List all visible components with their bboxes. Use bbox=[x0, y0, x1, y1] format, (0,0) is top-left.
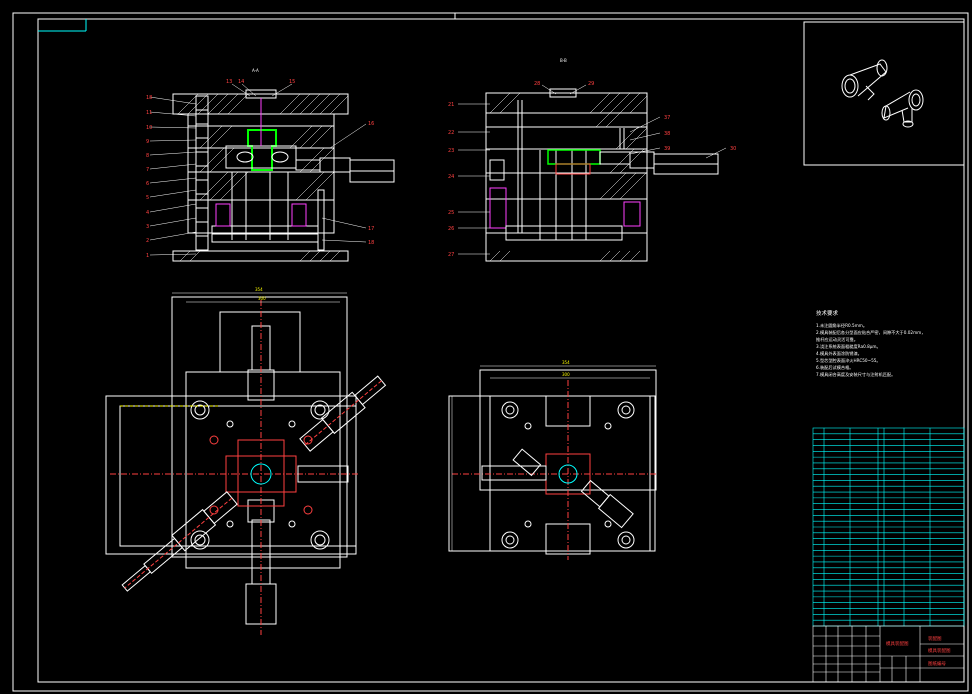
plan-view-fixed-half bbox=[448, 365, 658, 560]
callout: 26 bbox=[448, 226, 454, 232]
callout: 30 bbox=[730, 146, 736, 152]
callout: 38 bbox=[664, 131, 670, 137]
callout: 37 bbox=[664, 115, 670, 121]
callout: 29 bbox=[588, 81, 594, 87]
title-block-text: 模具装配图 装配图 模具装配图 图纸编号 bbox=[886, 635, 951, 667]
callout: 9 bbox=[146, 139, 149, 145]
tech-req-line: 5.型芯型腔表面淬火HRC50~55。 bbox=[816, 357, 881, 364]
callout: 15 bbox=[289, 79, 295, 85]
technical-requirements: 技术要求 1.未注圆角半径R0.5mm。 2.模具装配后各分型面应贴合严密，间隙… bbox=[816, 309, 925, 378]
callout: 27 bbox=[448, 252, 454, 258]
callout: 6 bbox=[146, 181, 149, 187]
callout: 18 bbox=[368, 240, 374, 246]
section-b-callouts: 21 22 23 24 25 26 27 28 29 37 38 39 30 bbox=[448, 81, 736, 258]
title-block-drawing-no: 图纸编号 bbox=[928, 660, 946, 667]
tech-req-line: 2.模具装配后各分型面应贴合严密，间隙不大于0.02mm， bbox=[816, 329, 925, 336]
cad-drawing-canvas: A-A 18 11 10 9 8 7 6 5 4 3 2 1 13 14 15 … bbox=[12, 12, 969, 692]
plan-view-moving-dims: 354 300 bbox=[255, 287, 266, 301]
svg-text:300: 300 bbox=[258, 296, 266, 301]
title-block-school: 模具装配图 bbox=[928, 647, 951, 654]
title-block-name: 模具装配图 bbox=[886, 640, 909, 647]
callout: 14 bbox=[238, 79, 244, 85]
tech-req-line: 6.装配后试模合格。 bbox=[816, 364, 854, 371]
callout: 2 bbox=[146, 238, 149, 244]
title-block-school: 装配图 bbox=[928, 635, 942, 642]
tech-req-line: 1.未注圆角半径R0.5mm。 bbox=[816, 322, 867, 329]
callout: 1 bbox=[146, 253, 149, 259]
bill-of-materials bbox=[812, 427, 965, 627]
svg-text:354: 354 bbox=[255, 287, 263, 292]
callout: 24 bbox=[448, 174, 454, 180]
callout: 23 bbox=[448, 148, 454, 154]
callout: 28 bbox=[534, 81, 540, 87]
callout: 8 bbox=[146, 153, 149, 159]
product-isometric-view bbox=[803, 21, 965, 166]
callout: 17 bbox=[368, 226, 374, 232]
callout: 5 bbox=[146, 195, 149, 201]
callout: 22 bbox=[448, 130, 454, 136]
tech-req-title: 技术要求 bbox=[816, 309, 839, 317]
section-view-a: A-A bbox=[149, 68, 395, 262]
tech-req-line: 4.模具外表面涂防锈漆。 bbox=[816, 350, 862, 357]
callout: 25 bbox=[448, 210, 454, 216]
svg-text:354: 354 bbox=[562, 360, 570, 365]
callout: 39 bbox=[664, 146, 670, 152]
callout: 10 bbox=[146, 125, 152, 131]
title-block bbox=[812, 625, 965, 683]
section-b-title: B-B bbox=[560, 58, 567, 63]
tech-req-line: 3.浇注系统表面粗糙度Ra0.8μm。 bbox=[816, 343, 881, 350]
callout: 13 bbox=[226, 79, 232, 85]
plan-view-moving-half bbox=[105, 292, 387, 635]
tech-req-line: 7.模具闭合高度及安装尺寸与注射机匹配。 bbox=[816, 371, 895, 378]
plan-view-fixed-dims: 354 300 bbox=[562, 360, 570, 377]
callout: 21 bbox=[448, 102, 454, 108]
callout: 11 bbox=[146, 110, 152, 116]
callout: 4 bbox=[146, 210, 149, 216]
callout: 18 bbox=[146, 95, 152, 101]
callout: 7 bbox=[146, 167, 149, 173]
callout: 16 bbox=[368, 121, 374, 127]
callout: 3 bbox=[146, 224, 149, 230]
tech-req-line: 推杆应运动灵活可靠。 bbox=[816, 336, 858, 343]
svg-text:300: 300 bbox=[562, 372, 570, 377]
section-a-title: A-A bbox=[252, 68, 259, 73]
section-view-b: B-B bbox=[458, 58, 727, 262]
